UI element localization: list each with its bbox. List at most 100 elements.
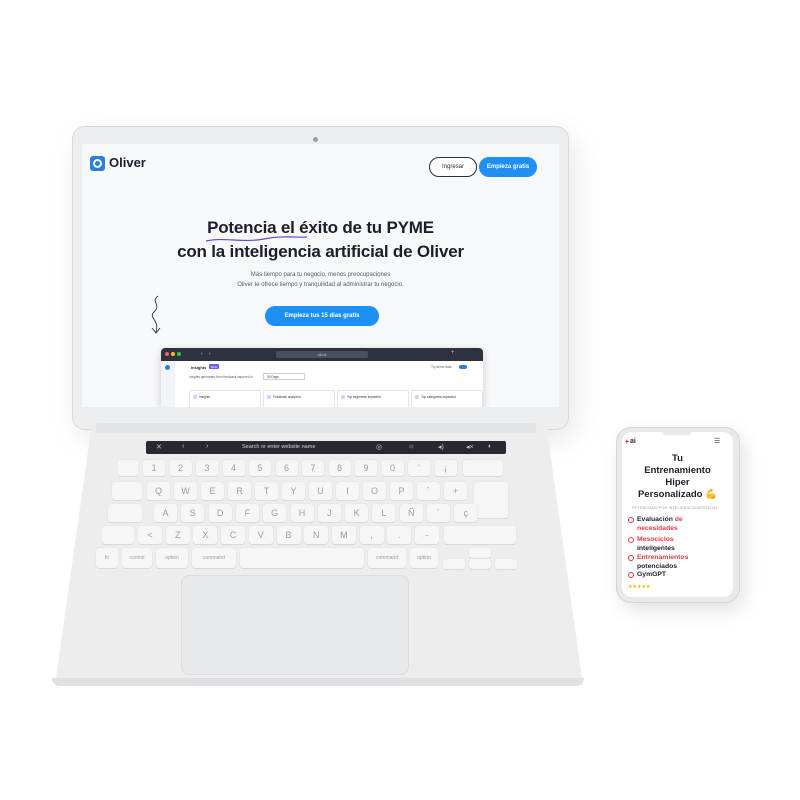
key-letter[interactable]: A	[154, 504, 177, 522]
key-letter[interactable]: D	[208, 504, 232, 522]
key-letter[interactable]: I	[336, 482, 359, 500]
key-arrow-down[interactable]	[469, 559, 491, 569]
key-letter[interactable]: R	[228, 482, 251, 500]
key-number[interactable]: 8	[328, 460, 351, 476]
key-number[interactable]: 6	[275, 460, 298, 476]
key-letter[interactable]: G	[263, 504, 287, 522]
key-letter[interactable]: N	[304, 526, 329, 544]
touchbar-back-icon[interactable]: ‹	[182, 443, 184, 450]
touchbar-search-text[interactable]: Search or enter website name	[242, 444, 315, 450]
key-letter[interactable]: V	[248, 526, 273, 544]
key-letter[interactable]: O	[363, 482, 386, 500]
back-arrow-icon[interactable]: ‹	[201, 351, 203, 357]
touchbar-bookmark-icon[interactable]: ◎	[376, 443, 382, 451]
key-letter[interactable]: K	[345, 504, 369, 522]
touchbar-volume-icon[interactable]: ◂)	[438, 443, 444, 451]
period-select[interactable]: 30 Days	[263, 373, 305, 380]
address-bar[interactable]: oliv.ai	[276, 351, 368, 358]
key-letter[interactable]: F	[235, 504, 259, 522]
phone-logo-text[interactable]: ai	[630, 438, 636, 445]
key-number[interactable]: 1	[143, 460, 165, 476]
key-number[interactable]: 0	[381, 460, 404, 476]
touchbar-brightness-icon[interactable]: ☼	[408, 443, 414, 450]
phone-menu-icon[interactable]: ☰	[714, 437, 720, 445]
key-modifier[interactable]: command	[368, 548, 406, 568]
key-arrow-right[interactable]	[495, 559, 517, 569]
touchbar-mute-icon[interactable]: ◂×	[466, 443, 474, 451]
key-letter[interactable]: T	[255, 482, 278, 500]
key-letter[interactable]: C	[221, 526, 246, 544]
key-modifier[interactable]: fn	[96, 548, 118, 568]
insights-card[interactable]: Insights	[189, 390, 261, 407]
key-letter[interactable]: M	[331, 526, 356, 544]
maximize-window-icon[interactable]	[177, 352, 181, 356]
key-caps-lock[interactable]	[108, 504, 142, 522]
key-letter[interactable]: J	[317, 504, 341, 522]
forward-arrow-icon[interactable]: ›	[209, 351, 211, 357]
key-letter[interactable]: <	[138, 526, 162, 544]
key-letter[interactable]: Y	[282, 482, 305, 500]
start-trial-button[interactable]: Empieza tus 15 días gratis	[265, 306, 379, 326]
key-number[interactable]: 2	[169, 460, 192, 476]
start-free-button[interactable]: Empieza gratis	[479, 157, 537, 177]
demo-data-toggle[interactable]	[459, 365, 467, 369]
key-letter[interactable]: ç	[454, 504, 478, 522]
trackpad[interactable]	[181, 575, 409, 675]
site-logo-text[interactable]: Oliver	[109, 155, 146, 170]
feedback-card[interactable]: Feedback analyzed	[263, 390, 335, 407]
touch-bar[interactable]: ✕ ‹ › Search or enter website name ◎ ☼ ◂…	[146, 441, 506, 454]
key-letter[interactable]: H	[290, 504, 314, 522]
minimize-window-icon[interactable]	[171, 352, 175, 356]
key-letter[interactable]: S	[181, 504, 205, 522]
key-letter[interactable]: E	[201, 482, 224, 500]
key-delete[interactable]	[463, 460, 503, 476]
key-shift-right[interactable]	[444, 526, 516, 544]
new-tab-icon[interactable]: +	[451, 350, 455, 356]
phone-screen: ✦ ai ☰ Tu Entrenamiento Hiper Personaliz…	[622, 432, 733, 597]
key-modifier[interactable]: option	[410, 548, 438, 568]
key-letter[interactable]: Ñ	[399, 504, 423, 522]
key-modifier[interactable]: option	[156, 548, 188, 568]
key-letter[interactable]: W	[174, 482, 197, 500]
key-letter[interactable]: Z	[165, 526, 190, 544]
close-window-icon[interactable]	[165, 352, 169, 356]
hero-subtitle-line1: Más tiempo para tu negocio, menos preocu…	[250, 272, 391, 278]
demo-data-label: Try demo data	[431, 365, 452, 369]
key-letter[interactable]: B	[276, 526, 301, 544]
key-number[interactable]: 3	[196, 460, 218, 476]
key-arrow-up[interactable]	[469, 548, 491, 558]
laptop-base-edge	[52, 678, 584, 686]
touchbar-escape-icon[interactable]: ✕	[156, 443, 162, 451]
key-letter[interactable]: +	[444, 482, 467, 500]
key-number[interactable]: 5	[249, 460, 271, 476]
touchbar-forward-icon[interactable]: ›	[206, 443, 208, 450]
key-space[interactable]	[240, 548, 364, 568]
phone-notch	[662, 430, 692, 435]
key-number[interactable]: 9	[355, 460, 377, 476]
key-letter[interactable]: .	[387, 526, 412, 544]
key-letter[interactable]: U	[309, 482, 332, 500]
key-modifier[interactable]: control	[122, 548, 152, 568]
key-shift-left[interactable]	[102, 526, 134, 544]
key-letter[interactable]: ´	[427, 504, 450, 522]
key-modifier[interactable]: command	[192, 548, 236, 568]
key-letter[interactable]: `	[417, 482, 440, 500]
key-letter[interactable]: X	[193, 526, 218, 544]
key-return[interactable]	[474, 482, 508, 518]
key-tab[interactable]	[112, 482, 142, 500]
key-backtick[interactable]	[118, 460, 138, 476]
key-letter[interactable]: L	[372, 504, 396, 522]
key-letter[interactable]: P	[390, 482, 413, 500]
key-number[interactable]: ¡	[434, 460, 457, 476]
key-letter[interactable]: Q	[147, 482, 170, 500]
key-letter[interactable]: -	[415, 526, 439, 544]
categories-card[interactable]: Top categories impacted	[411, 390, 483, 407]
touchbar-siri-icon[interactable]: ◐	[488, 443, 492, 450]
segments-card[interactable]: Top segments impacted	[337, 390, 409, 407]
key-number[interactable]: '	[408, 460, 430, 476]
key-letter[interactable]: ,	[359, 526, 384, 544]
login-button[interactable]: Ingresar	[429, 157, 477, 177]
key-arrow-left[interactable]	[443, 559, 465, 569]
key-number[interactable]: 4	[222, 460, 245, 476]
key-number[interactable]: 7	[302, 460, 324, 476]
